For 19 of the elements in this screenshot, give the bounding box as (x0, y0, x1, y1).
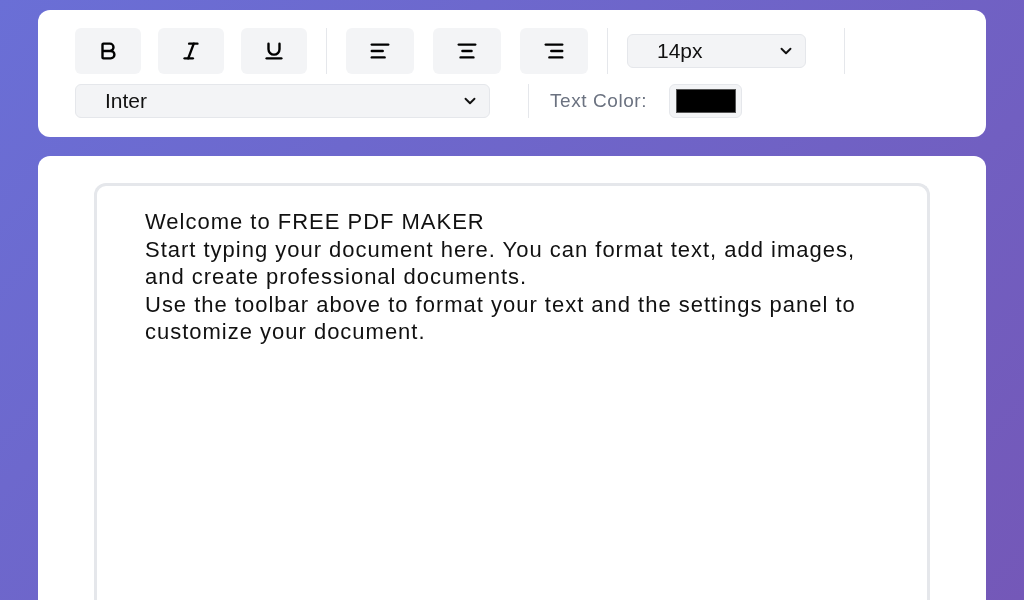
text-color-label: Text Color: (550, 88, 648, 113)
underline-button[interactable] (241, 28, 307, 74)
bold-button[interactable] (75, 28, 141, 74)
document-paragraph: Use the toolbar above to format your text and the settings panel to customize your document. (145, 290, 857, 346)
text-color-picker[interactable] (669, 84, 743, 118)
font-size-select[interactable]: 14px (627, 34, 806, 68)
align-left-button[interactable] (346, 28, 414, 74)
document-paragraph: Welcome to FREE PDF MAKER (145, 208, 486, 236)
italic-button[interactable] (158, 28, 224, 74)
document-page[interactable] (94, 183, 930, 600)
italic-icon (180, 40, 202, 62)
font-family-select[interactable]: Inter (75, 84, 490, 118)
align-center-button[interactable] (433, 28, 501, 74)
align-right-button[interactable] (520, 28, 588, 74)
underline-icon (263, 40, 285, 62)
align-right-icon (543, 40, 565, 62)
document-paragraph: Start typing your document here. You can format text, add images, and create professional documents. (145, 235, 857, 291)
align-center-icon (456, 40, 478, 62)
align-left-icon (369, 40, 391, 62)
